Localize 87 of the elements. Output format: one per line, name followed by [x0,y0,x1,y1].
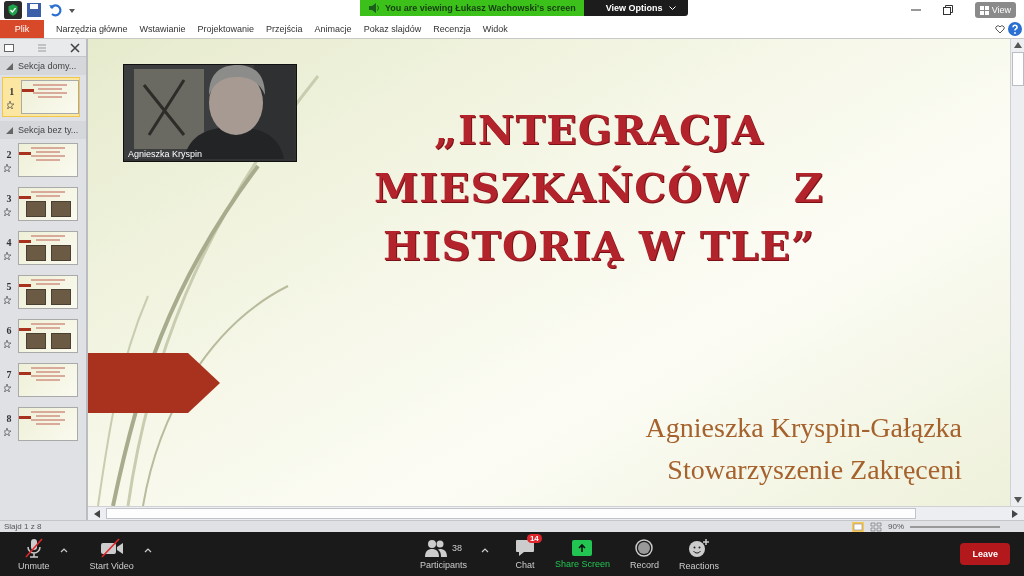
slide-thumbnail[interactable] [18,143,78,177]
scrollbar-thumb[interactable] [106,508,916,519]
video-off-icon [98,537,125,558]
caret-icon[interactable] [59,547,68,553]
close-icon[interactable] [70,42,80,53]
slide-thumbnail[interactable] [18,407,78,441]
view-options-button[interactable]: View Options [583,0,688,16]
record-icon [635,538,654,557]
slide-number: 6 [6,324,12,336]
animation-icon [4,339,14,348]
participant-name: Agnieszka Kryspin [128,149,203,159]
slide-thumbnail-row[interactable]: 2 [0,141,86,179]
slide-thumbnail-row[interactable]: 1 [2,77,80,117]
slide-thumbnail-row[interactable]: 5 [0,273,86,311]
help-icon[interactable] [1008,22,1022,36]
toolbar-button[interactable]: 38 Participants [411,536,475,572]
scroll-down-icon[interactable] [1013,497,1022,503]
slide-thumbnail-row[interactable]: 6 [0,317,86,355]
author-name: Agnieszka Kryspin-Gałązka [645,412,962,444]
animation-icon [4,383,14,392]
unread-badge: 14 [526,533,542,543]
heart-icon[interactable] [995,24,1005,34]
collapse-icon[interactable] [6,62,13,70]
slide-number: 1 [9,85,15,97]
slide-number: 7 [6,368,12,380]
slide-number: 4 [6,236,12,248]
slide-thumbnail-row[interactable]: 3 [0,185,86,223]
ribbon-tab[interactable]: Narzędzia główne [44,24,128,34]
dropdown-icon[interactable] [68,6,76,14]
toolbar-button[interactable]: Start Video [81,535,142,573]
toolbar-button[interactable]: Share Screen [546,537,618,571]
slide-thumbnail[interactable] [18,231,78,265]
slide-thumbnail[interactable] [18,319,78,353]
save-icon[interactable] [26,2,42,18]
sharing-banner: You are viewing Łukasz Wachowski's screen [360,0,584,16]
grid-icon [979,5,989,15]
slide-number: 2 [6,148,12,160]
slide-thumbnail[interactable] [18,363,78,397]
slide-thumbnail[interactable] [18,275,78,309]
slide-counter: Slajd 1 z 8 [4,522,42,531]
animation-icon [4,207,14,216]
animation-icon [4,251,14,260]
restore-icon[interactable] [942,5,953,15]
ribbon-tab[interactable]: Przejścia [254,24,303,34]
toolbar-button[interactable]: Unmute [10,535,58,573]
slide-number: 3 [6,192,12,204]
undo-icon[interactable] [48,3,62,17]
slide-number: 8 [6,412,12,424]
leave-button[interactable]: Leave [960,543,1010,565]
ribbon-tab[interactable]: Widok [470,24,508,34]
caret-icon[interactable] [480,547,489,553]
slide-thumbnail[interactable] [20,80,79,114]
toolbar-button[interactable]: Record [621,536,667,572]
scroll-left-icon[interactable] [94,509,100,518]
slide-number: 5 [6,280,12,292]
slides-tab-icon[interactable] [4,42,14,53]
animation-icon [4,427,14,436]
scroll-up-icon[interactable] [1013,42,1022,48]
participant-count: 38 [451,542,462,553]
slide-thumbnail-row[interactable]: 7 [0,361,86,399]
speaker-icon [368,2,380,14]
zoom-level[interactable]: 90% [888,522,904,531]
slide-thumbnail-row[interactable]: 4 [0,229,86,267]
animation-icon [4,295,14,304]
animation-icon [4,163,14,172]
ribbon-tab[interactable]: Recenzja [421,24,471,34]
collapse-icon[interactable] [6,126,13,134]
slide-title: „INTEGRACJA MIESZKAŃCÓW Z HISTORIĄ W TLE” [374,105,824,271]
smiley-plus-icon [688,537,710,558]
caret-icon [668,5,676,11]
people-icon [424,538,447,557]
slide-thumbnail-row[interactable]: 8 [0,405,86,443]
ribbon-tab[interactable]: Wstawianie [127,24,186,34]
caret-icon[interactable] [143,547,152,553]
toolbar-button[interactable]: 14 Chat [506,536,543,572]
scroll-right-icon[interactable] [1012,509,1018,518]
ribbon-tab[interactable]: Animacje [302,24,352,34]
scrollbar-thumb[interactable] [1011,52,1024,86]
ribbon-tab[interactable]: Pokaz slajdów [351,24,422,34]
muted-mic-icon [22,537,45,558]
ribbon-tab[interactable]: Projektowanie [185,24,255,34]
shield-icon[interactable] [4,1,22,19]
organization-name: Stowarzyszenie Zakręceni [667,454,962,486]
toolbar-button[interactable]: Reactions [671,535,727,573]
slide-thumbnail[interactable] [18,187,78,221]
share-screen-icon [572,539,593,556]
animation-icon [6,100,17,109]
